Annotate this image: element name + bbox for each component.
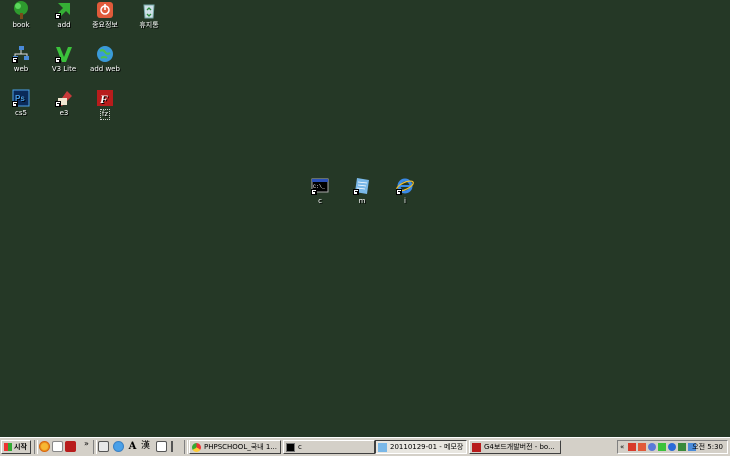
taskbar-separator [93, 440, 97, 454]
desktop-icon-label: 휴지통 [139, 21, 159, 29]
shortcut-arrow-icon [311, 189, 317, 195]
tray-expand-icon[interactable]: « [620, 441, 628, 451]
tree-icon [12, 1, 30, 19]
desktop-icon-info[interactable]: 종요정보 [85, 1, 125, 30]
desktop-icon-add[interactable]: add [44, 1, 84, 30]
desktop-icon-label: add [57, 21, 71, 29]
shortcut-arrow-icon [55, 13, 61, 19]
clock[interactable]: 오전 5:30 [692, 441, 723, 453]
filezilla-icon: F [96, 89, 114, 107]
desktop-icon-c[interactable]: C:\_ c [300, 177, 340, 206]
start-button-label: 시작 [14, 443, 27, 451]
shortcut-arrow-icon [55, 101, 61, 107]
desktop-icon-label: e3 [59, 109, 69, 117]
photoshop-icon: Ps [12, 89, 30, 107]
desktop-icon-label: add web [90, 65, 120, 73]
desktop-icon-label: 종요정보 [92, 21, 118, 29]
command-prompt-icon: C:\_ [311, 177, 329, 195]
desktop-icon-label: web [13, 65, 29, 73]
desktop-icon-recycle-bin[interactable]: 휴지통 [129, 1, 169, 30]
shortcut-arrow-icon [12, 57, 18, 63]
quicklaunch-more-button[interactable]: » [84, 439, 89, 448]
command-prompt-task-icon [286, 443, 295, 452]
desktop-icon-v3-lite[interactable]: V3 Lite [44, 45, 84, 74]
desktop-icon-label: m [358, 197, 366, 205]
editor-icon [55, 89, 73, 107]
desktop-icon-book[interactable]: book [1, 1, 41, 30]
green-arrow-icon [55, 1, 73, 19]
taskbar-button-browser[interactable]: PHPSCHOOL_국내 1... [189, 440, 281, 454]
taskbar: 시작 » A 漢 PHPSCHOOL_국내 1... c 20110129-01… [0, 437, 730, 456]
desktop-icon-label: cs5 [15, 109, 27, 117]
v3-antivirus-icon [55, 45, 73, 63]
taskbar-button-cmd[interactable]: c [283, 440, 375, 454]
network-tray-icon[interactable] [638, 443, 646, 451]
font-tool-icon[interactable]: A [127, 441, 138, 452]
media-player-icon[interactable] [52, 441, 63, 452]
internet-explorer-icon [396, 177, 414, 195]
desktop-icon-label: fz [99, 109, 111, 120]
filezilla-task-icon [472, 443, 481, 452]
tray-app-icon[interactable] [628, 443, 636, 451]
network-icon [12, 45, 30, 63]
task-label: G4보드개발버전 - bo... [484, 443, 555, 451]
desktop-icon-label: book [12, 21, 30, 29]
desktop-icon-label: V3 Lite [51, 65, 77, 73]
taskbar-button-filezilla[interactable]: G4보드개발버전 - bo... [469, 440, 561, 454]
desktop-icon-m[interactable]: m [342, 177, 382, 206]
desktop-icon-i[interactable]: i [385, 177, 425, 206]
desktop-icon-e3[interactable]: e3 [44, 89, 84, 118]
firefox-icon[interactable] [39, 441, 50, 452]
desktop-icon-fz[interactable]: F fz [85, 89, 125, 120]
task-label: 20110129-01 - 메모장 [390, 443, 464, 451]
filezilla-quicklaunch-icon[interactable] [65, 441, 76, 452]
taskbar-button-notepad[interactable]: 20110129-01 - 메모장 [375, 440, 467, 454]
calendar-icon[interactable] [156, 441, 167, 452]
notepad-icon [353, 177, 371, 195]
taskbar-separator [184, 440, 188, 454]
system-tray: « 오전 5:30 [617, 440, 728, 454]
update-tray-icon[interactable] [668, 443, 676, 451]
svg-text:F: F [99, 92, 108, 106]
notepad-task-icon [378, 443, 387, 452]
volume-tray-icon[interactable] [648, 443, 656, 451]
desktop-icon-label: i [404, 197, 406, 205]
windows-logo-icon [4, 443, 12, 451]
desktop-icon-cs5[interactable]: Ps cs5 [1, 89, 41, 118]
desktop-icon-add-web[interactable]: add web [85, 45, 125, 74]
shortcut-arrow-icon [55, 57, 61, 63]
desktop-icon-web[interactable]: web [1, 45, 41, 74]
desktop-icon-label: c [318, 197, 322, 205]
shortcut-arrow-icon [353, 189, 359, 195]
start-button[interactable]: 시작 [1, 440, 31, 454]
task-label: c [298, 443, 302, 451]
globe-icon [96, 45, 114, 63]
hanja-tool-icon[interactable]: 漢 [140, 441, 151, 452]
app-window-icon[interactable] [98, 441, 109, 452]
task-label: PHPSCHOOL_국내 1... [204, 443, 277, 451]
shortcut-arrow-icon [396, 189, 402, 195]
chrome-icon [192, 443, 201, 452]
security-tray-icon[interactable] [678, 443, 686, 451]
globe-quicklaunch-icon[interactable] [113, 441, 124, 452]
power-button-icon [96, 1, 114, 19]
shortcut-arrow-icon [12, 101, 18, 107]
recycle-bin-icon [140, 1, 158, 19]
taskbar-separator [34, 440, 38, 454]
pin-icon[interactable] [171, 441, 179, 452]
antivirus-tray-icon[interactable] [658, 443, 666, 451]
